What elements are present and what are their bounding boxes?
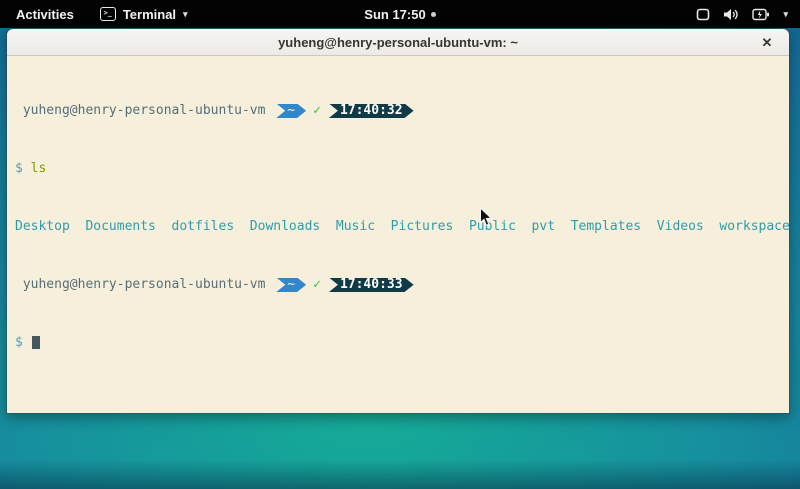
system-tray[interactable]: ▾ bbox=[696, 0, 800, 28]
status-check-icon: ✓ bbox=[306, 278, 326, 293]
battery-charging-icon bbox=[752, 8, 770, 21]
prompt-host: yuheng@henry-personal-ubuntu-vm bbox=[15, 278, 273, 293]
top-bar: Activities >_ Terminal ▾ Sun 17:50 ▾ bbox=[0, 0, 800, 28]
prompt-dir-segment: ~ bbox=[276, 104, 306, 119]
chevron-down-icon: ▾ bbox=[183, 9, 188, 20]
notification-dot bbox=[431, 12, 436, 17]
terminal-window: yuheng@henry-personal-ubuntu-vm: ~ ✕ yuh… bbox=[6, 28, 790, 414]
status-check-icon: ✓ bbox=[306, 104, 326, 119]
clock-label: Sun 17:50 bbox=[364, 7, 425, 22]
volume-icon bbox=[723, 8, 739, 21]
command-line: $ ls bbox=[15, 162, 781, 177]
terminal-app-icon: >_ bbox=[100, 7, 116, 21]
ls-output-line: Desktop Documents dotfiles Downloads Mus… bbox=[15, 220, 781, 235]
window-title: yuheng@henry-personal-ubuntu-vm: ~ bbox=[278, 35, 518, 50]
terminal-cursor bbox=[32, 336, 40, 349]
display-icon bbox=[696, 8, 710, 21]
window-titlebar[interactable]: yuheng@henry-personal-ubuntu-vm: ~ ✕ bbox=[7, 29, 789, 56]
activities-label: Activities bbox=[16, 7, 74, 22]
activities-button[interactable]: Activities bbox=[12, 0, 78, 28]
close-icon: ✕ bbox=[762, 35, 773, 51]
shell-prompt: $ bbox=[15, 162, 31, 177]
app-menu-label: Terminal bbox=[123, 7, 176, 22]
current-input-line: $ bbox=[15, 336, 781, 351]
terminal-content[interactable]: yuheng@henry-personal-ubuntu-vm ~ ✓ 17:4… bbox=[7, 56, 789, 414]
chevron-down-icon: ▾ bbox=[783, 9, 788, 20]
app-menu-terminal[interactable]: >_ Terminal ▾ bbox=[96, 0, 192, 28]
prompt-time-segment: 17:40:33 bbox=[329, 278, 414, 293]
prompt-host: yuheng@henry-personal-ubuntu-vm bbox=[15, 104, 273, 119]
prompt-line-2: yuheng@henry-personal-ubuntu-vm ~ ✓ 17:4… bbox=[15, 278, 781, 293]
prompt-dir-segment: ~ bbox=[276, 278, 306, 293]
shell-prompt: $ bbox=[15, 336, 31, 351]
prompt-line-1: yuheng@henry-personal-ubuntu-vm ~ ✓ 17:4… bbox=[15, 104, 781, 119]
prompt-time-segment: 17:40:32 bbox=[329, 104, 414, 119]
close-button[interactable]: ✕ bbox=[755, 29, 779, 56]
top-bar-left: Activities >_ Terminal ▾ bbox=[0, 0, 192, 28]
typed-command: ls bbox=[31, 162, 47, 177]
